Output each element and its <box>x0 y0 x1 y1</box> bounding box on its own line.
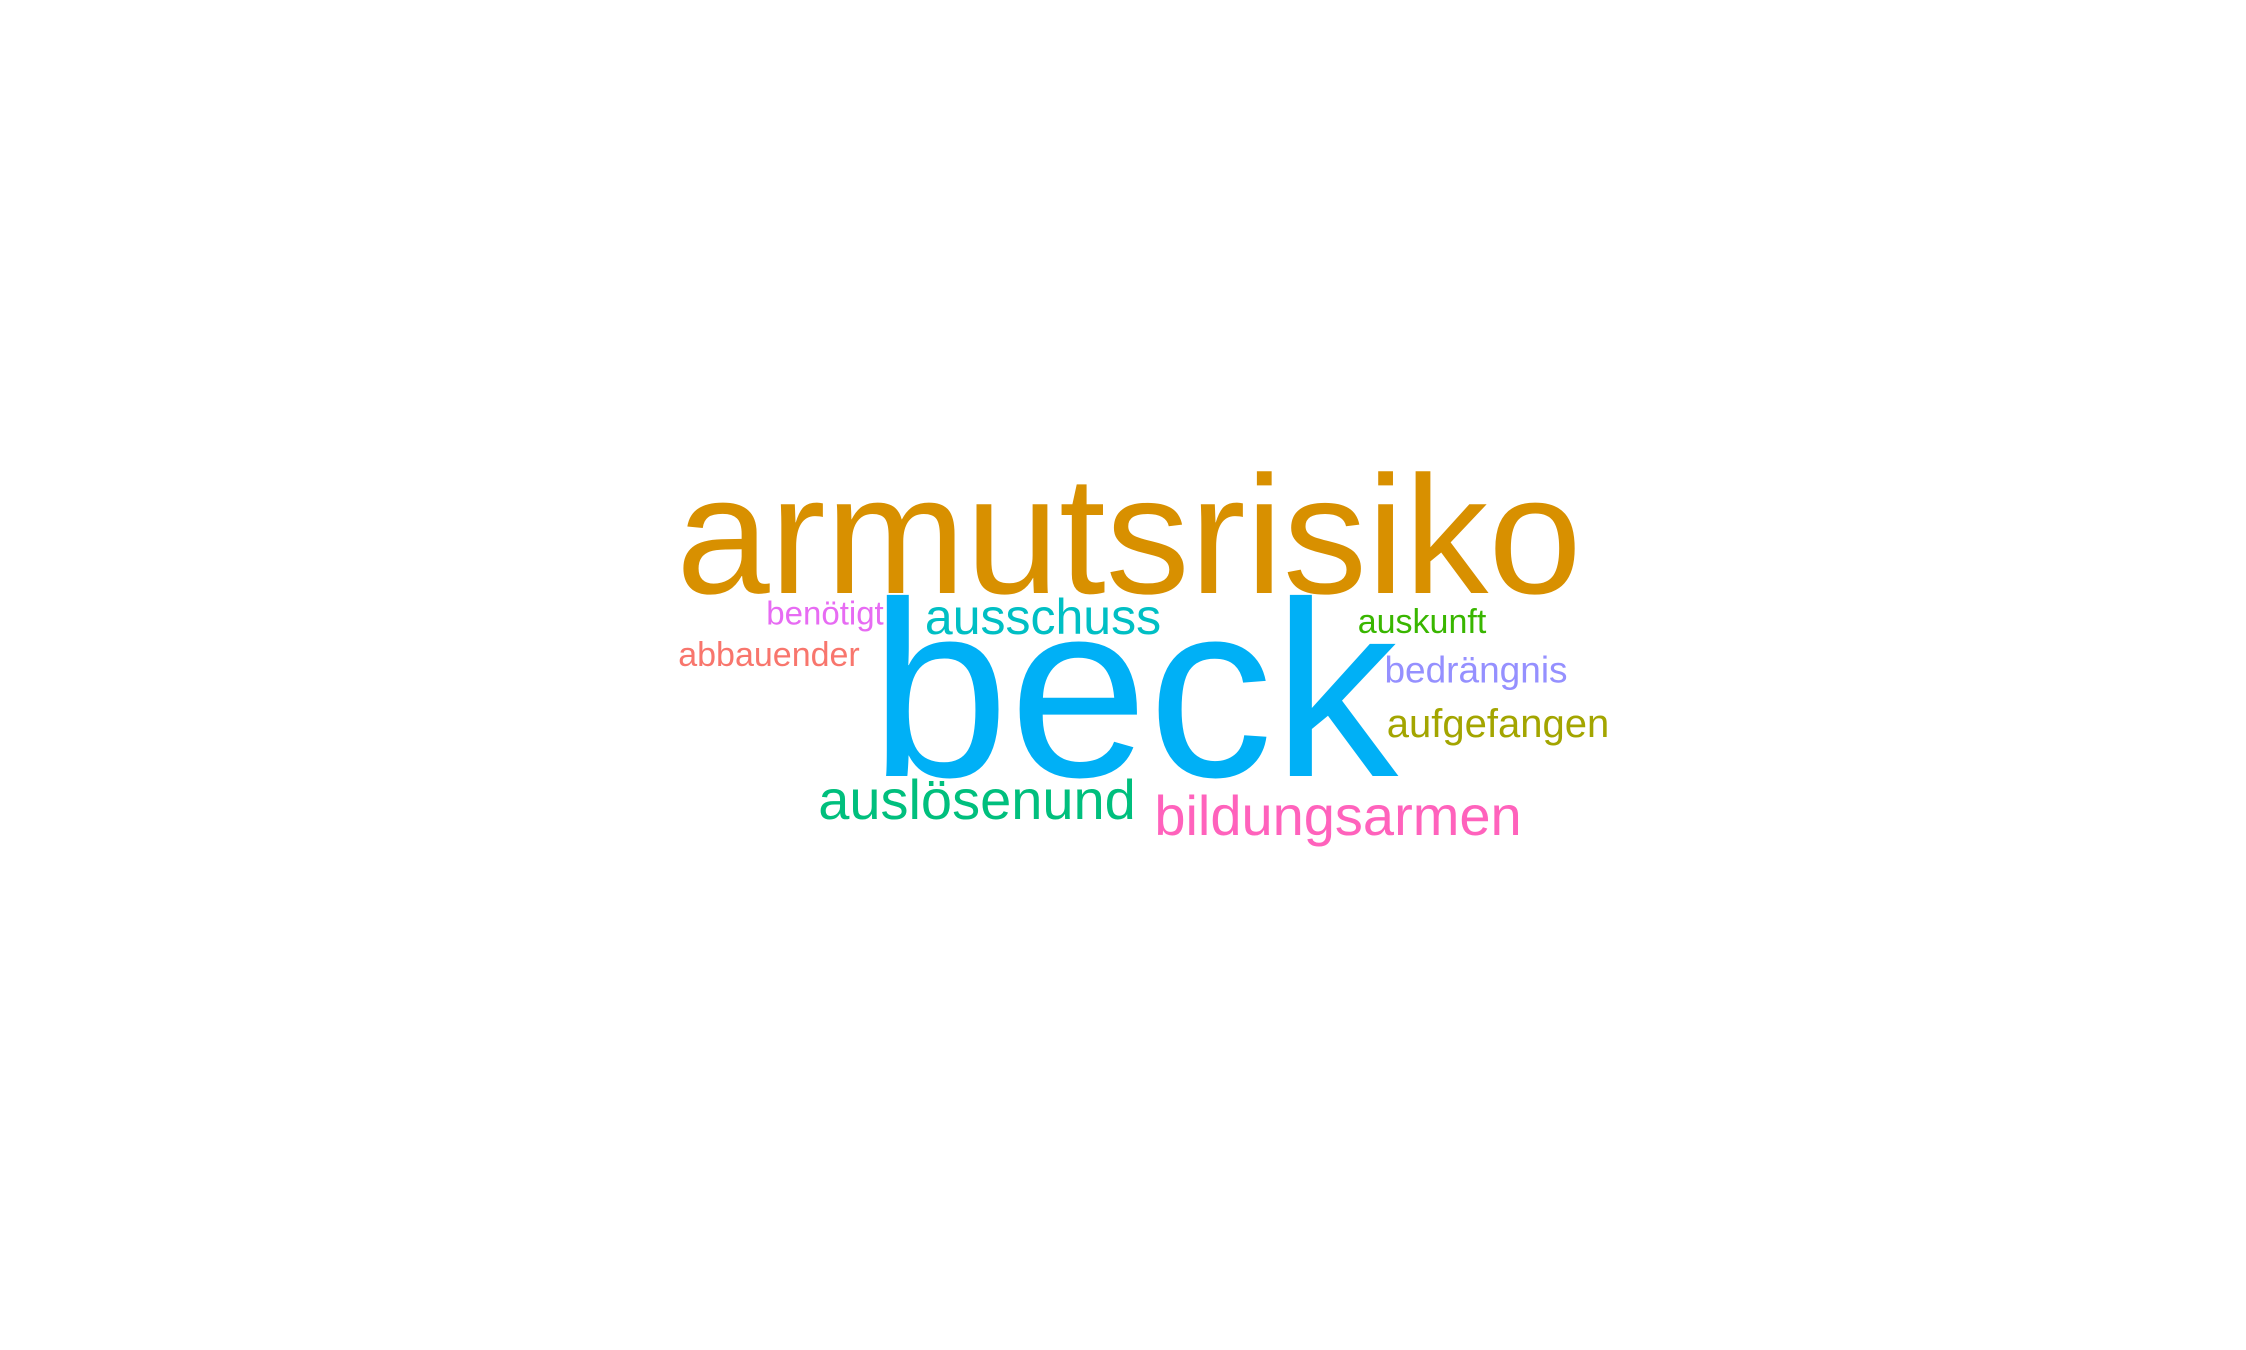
word-aufgefangen: aufgefangen <box>1386 702 1610 746</box>
word-cloud: armutsrisiko beck ausschuss benötigt abb… <box>0 0 2246 1350</box>
word-abbauender: abbauender <box>678 636 860 674</box>
word-ausloesenund: auslösenund <box>818 768 1136 831</box>
word-bildungsarmen: bildungsarmen <box>1154 784 1522 847</box>
word-auskunft: auskunft <box>1357 603 1487 641</box>
word-benoetigt: benötigt <box>766 594 884 632</box>
word-bedraengnis: bedrängnis <box>1384 649 1568 691</box>
word-ausschuss: ausschuss <box>924 589 1162 645</box>
